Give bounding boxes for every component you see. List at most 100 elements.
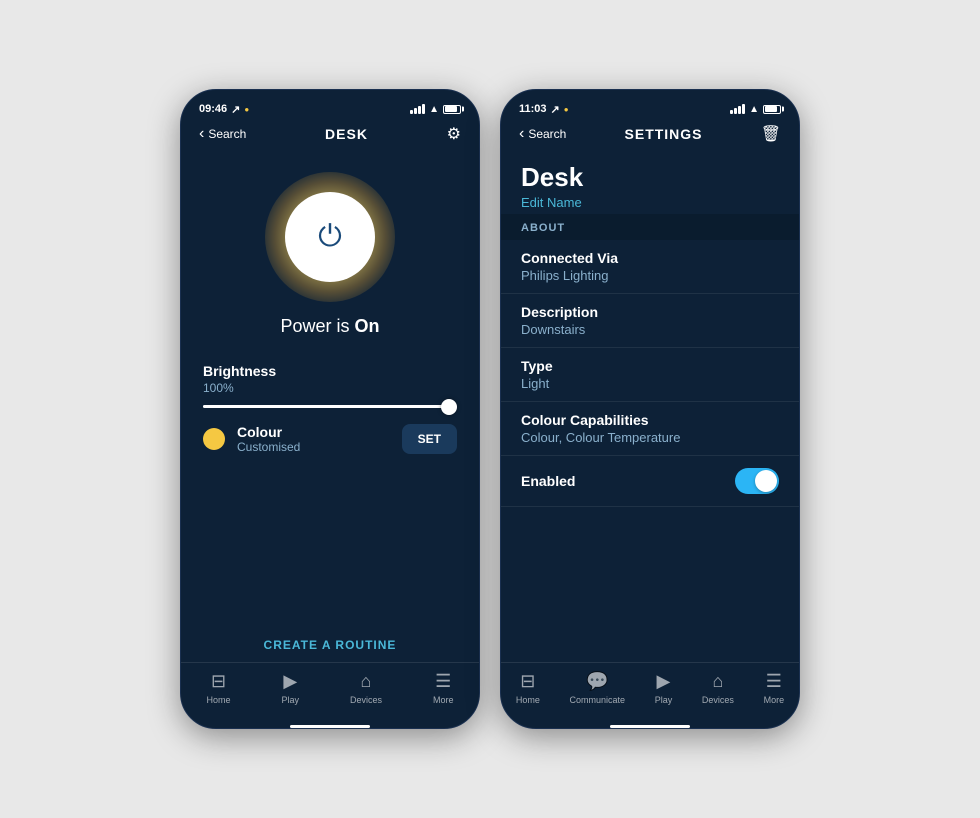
play-icon-left: ▶ <box>283 671 297 692</box>
wifi-icon-right: ▲ <box>749 104 759 115</box>
power-circle: ⏻ <box>285 192 375 282</box>
edit-name-button[interactable]: Edit Name <box>521 195 779 210</box>
play-label-left: Play <box>281 695 299 705</box>
location-icon-right: ↗ <box>551 103 560 116</box>
communicate-label-right: Communicate <box>570 695 626 705</box>
nav-item-devices-left[interactable]: ⌂ Devices <box>350 671 382 705</box>
status-right: ▲ <box>410 104 461 115</box>
battery-icon <box>443 105 461 114</box>
search-label-right: Search <box>528 127 566 141</box>
play-icon-right: ▶ <box>657 671 671 692</box>
left-phone: 09:46 ↗ ● ▲ ‹ Search <box>180 89 480 729</box>
setting-row-connected: Connected Via Philips Lighting <box>501 240 799 294</box>
settings-content: Desk Edit Name ABOUT Connected Via Phili… <box>501 152 799 662</box>
colour-dot <box>203 428 225 450</box>
battery-icon-right <box>763 105 781 114</box>
more-label-left: More <box>433 695 454 705</box>
status-bar-left: 09:46 ↗ ● ▲ <box>181 90 479 122</box>
chevron-left-icon: ‹ <box>199 125 204 143</box>
right-phone: 11:03 ↗ ● ▲ ‹ Search <box>500 89 800 729</box>
nav-item-play-right[interactable]: ▶ Play <box>655 671 673 705</box>
type-label: Type <box>521 358 779 374</box>
nav-bar-left: ‹ Search DESK ⚙ <box>181 122 479 152</box>
enabled-row: Enabled <box>501 456 799 507</box>
power-icon: ⏻ <box>318 220 342 254</box>
time-left: 09:46 <box>199 103 227 115</box>
power-status-text: Power is <box>280 316 354 336</box>
nav-item-more-left[interactable]: ☰ More <box>433 671 454 705</box>
more-icon-left: ☰ <box>435 671 451 692</box>
colour-section: Colour Customised SET <box>203 424 457 454</box>
more-icon-right: ☰ <box>766 671 782 692</box>
nav-item-more-right[interactable]: ☰ More <box>764 671 785 705</box>
bottom-nav-left: ⊟ Home ▶ Play ⌂ Devices ☰ More <box>181 662 479 719</box>
home-bar-right <box>610 725 690 728</box>
nav-item-home-right[interactable]: ⊟ Home <box>516 671 540 705</box>
status-right-right: ▲ <box>730 104 781 115</box>
trash-icon[interactable]: 🗑 <box>761 124 781 144</box>
setting-row-colour-caps: Colour Capabilities Colour, Colour Tempe… <box>501 402 799 456</box>
nav-bar-right: ‹ Search SETTINGS 🗑 <box>501 122 799 152</box>
nav-item-communicate-right[interactable]: 💬 Communicate <box>570 671 626 705</box>
status-bar-right: 11:03 ↗ ● ▲ <box>501 90 799 122</box>
more-label-right: More <box>764 695 785 705</box>
toggle-thumb <box>755 470 777 492</box>
devices-label-right: Devices <box>702 695 734 705</box>
dot-indicator: ● <box>244 105 249 114</box>
devices-icon-left: ⌂ <box>361 671 372 692</box>
home-icon-right: ⊟ <box>520 671 535 692</box>
about-section-header: ABOUT <box>501 214 799 240</box>
connected-via-label: Connected Via <box>521 250 779 266</box>
colour-sublabel: Customised <box>237 440 390 454</box>
controls-section: Brightness 100% Colour Customised SET <box>181 347 479 470</box>
colour-info: Colour Customised <box>237 424 390 454</box>
nav-item-home-left[interactable]: ⊟ Home <box>206 671 230 705</box>
phones-container: 09:46 ↗ ● ▲ ‹ Search <box>160 69 820 749</box>
wifi-icon: ▲ <box>429 104 439 115</box>
enabled-toggle[interactable] <box>735 468 779 494</box>
setting-row-description: Description Downstairs <box>501 294 799 348</box>
power-status: Power is On <box>280 316 379 337</box>
settings-icon[interactable]: ⚙ <box>447 124 461 144</box>
slider-thumb[interactable] <box>441 399 457 415</box>
nav-item-devices-right[interactable]: ⌂ Devices <box>702 671 734 705</box>
back-button-right[interactable]: ‹ Search <box>519 125 566 143</box>
chevron-left-icon-right: ‹ <box>519 125 524 143</box>
home-icon-left: ⊟ <box>211 671 226 692</box>
signal-bars <box>410 104 425 114</box>
colour-label: Colour <box>237 424 390 440</box>
brightness-label: Brightness <box>203 363 457 379</box>
setting-row-type: Type Light <box>501 348 799 402</box>
dot-indicator-right: ● <box>564 105 569 114</box>
page-title-right: SETTINGS <box>625 126 703 142</box>
connected-via-value: Philips Lighting <box>521 268 779 283</box>
home-label-left: Home <box>206 695 230 705</box>
home-label-right: Home <box>516 695 540 705</box>
nav-item-play-left[interactable]: ▶ Play <box>281 671 299 705</box>
play-label-right: Play <box>655 695 673 705</box>
status-left-right: 11:03 ↗ ● <box>519 103 569 116</box>
colour-caps-label: Colour Capabilities <box>521 412 779 428</box>
status-left: 09:46 ↗ ● <box>199 103 249 116</box>
description-label: Description <box>521 304 779 320</box>
slider-fill <box>203 405 449 408</box>
devices-label-left: Devices <box>350 695 382 705</box>
routine-section: CREATE A ROUTINE <box>181 470 479 662</box>
type-value: Light <box>521 376 779 391</box>
set-button[interactable]: SET <box>402 424 457 454</box>
page-title-left: DESK <box>325 126 368 142</box>
signal-bars-right <box>730 104 745 114</box>
bottom-nav-right: ⊟ Home 💬 Communicate ▶ Play ⌂ Devices ☰ … <box>501 662 799 719</box>
location-icon: ↗ <box>231 103 240 116</box>
colour-caps-value: Colour, Colour Temperature <box>521 430 779 445</box>
enabled-label: Enabled <box>521 473 575 489</box>
communicate-icon-right: 💬 <box>586 671 608 692</box>
brightness-pct: 100% <box>203 381 457 395</box>
devices-icon-right: ⌂ <box>712 671 723 692</box>
power-button-wrapper[interactable]: ⏻ <box>265 172 395 302</box>
brightness-slider[interactable] <box>203 405 457 408</box>
back-button-left[interactable]: ‹ Search <box>199 125 246 143</box>
power-status-bold: On <box>355 316 380 336</box>
device-name-section: Desk Edit Name <box>501 152 799 214</box>
create-routine-button[interactable]: CREATE A ROUTINE <box>264 638 397 652</box>
